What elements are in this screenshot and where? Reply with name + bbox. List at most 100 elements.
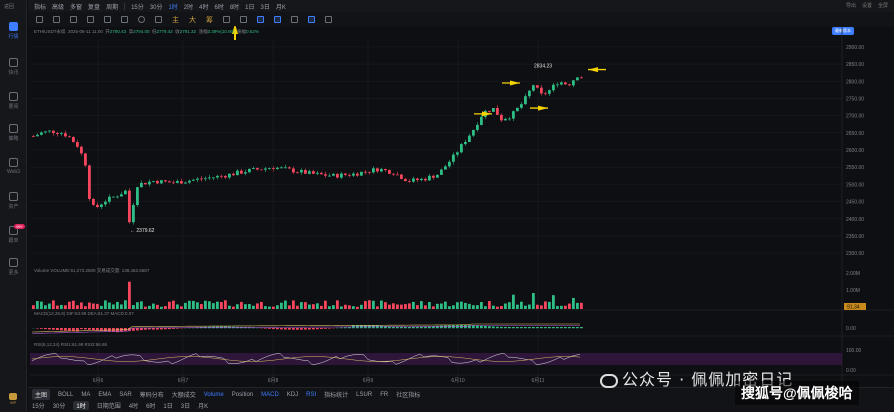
sidebar-item-strategy[interactable]: 策略 [0, 124, 27, 152]
volume-bar [448, 306, 451, 309]
horizontal-line-icon[interactable] [70, 16, 77, 23]
period-tab-5[interactable]: 1日 [163, 401, 172, 410]
sidebar-item-assets[interactable]: 资产 [0, 192, 27, 220]
export-button[interactable]: 导出 [846, 2, 856, 9]
period-tab-7[interactable]: 月K [198, 401, 208, 410]
period-tab-2[interactable]: 1时 [73, 401, 89, 410]
large-trades-toggle[interactable]: 大 [189, 15, 196, 25]
candle [72, 137, 75, 143]
indicator-tab-15[interactable]: 社区指标 [396, 390, 420, 399]
cursor-icon[interactable] [36, 16, 43, 23]
macd-bar [568, 327, 571, 329]
indicator-tabs: 主图 BOLL MA EMA SAR 筹码分布 大额成交 Volume Position MACD… [32, 389, 420, 400]
period-tab-3[interactable]: 4时 [129, 401, 138, 410]
sidebar-item-flash[interactable]: 快讯 [0, 58, 27, 86]
ruler-icon[interactable] [223, 16, 230, 23]
candle [536, 85, 539, 88]
tf-8h[interactable]: 8时 [230, 2, 239, 11]
macd-bar [476, 325, 479, 329]
indicator-tab-8[interactable]: Position [232, 392, 253, 398]
tf-4h[interactable]: 4时 [199, 2, 208, 11]
volume-bar [512, 294, 515, 309]
chips-toggle[interactable]: 筹 [206, 15, 213, 25]
volume-bar [320, 305, 323, 309]
macd-bar [264, 328, 267, 329]
fullscreen-button[interactable]: 全屏 [878, 2, 888, 9]
macd-bar [548, 327, 551, 329]
indicator-tab-14[interactable]: FR [380, 392, 388, 398]
settings-button[interactable]: 设置 [862, 2, 872, 9]
rsi-tick: 100.00 [846, 348, 862, 354]
indicator-tab-4[interactable]: SAR [119, 392, 131, 398]
eye-icon[interactable] [274, 16, 281, 23]
volume-bar [388, 304, 391, 309]
macd-bar [532, 327, 535, 329]
candle [192, 179, 195, 181]
toolbar-indicators[interactable]: 指标 [34, 2, 46, 11]
candle [532, 85, 535, 91]
indicator-tab-9[interactable]: MACD [261, 392, 279, 398]
volume-bar [56, 305, 59, 309]
date-range-label[interactable]: 日期范围 [97, 401, 121, 410]
macd-bar [444, 325, 447, 329]
trash-icon[interactable] [325, 16, 332, 23]
back-link[interactable]: 返回 [4, 3, 14, 10]
tf-30m[interactable]: 30分 [150, 2, 163, 11]
tf-15m[interactable]: 15分 [131, 2, 144, 11]
period-tab-4[interactable]: 6时 [146, 401, 155, 410]
main-chart-toggle[interactable]: 主 [172, 15, 179, 25]
tf-1d[interactable]: 1日 [245, 2, 254, 11]
tf-6h[interactable]: 6时 [214, 2, 223, 11]
magnet-icon[interactable] [240, 16, 247, 23]
tf-2h[interactable]: 2时 [184, 2, 193, 11]
period-tab-1[interactable]: 30分 [53, 401, 66, 410]
indicator-tab-13[interactable]: LSUR [356, 392, 372, 398]
macd-bar [152, 328, 155, 330]
tf-3d[interactable]: 3日 [261, 2, 270, 11]
measure-icon[interactable] [155, 16, 162, 23]
period-tab-6[interactable]: 3日 [181, 401, 190, 410]
indicator-tab-0[interactable]: 主图 [32, 389, 51, 400]
indicator-tab-2[interactable]: MA [81, 392, 90, 398]
indicator-tab-12[interactable]: 指标统计 [324, 390, 348, 399]
filter-icon[interactable] [308, 16, 315, 23]
sidebar-item-market[interactable]: 行情 [0, 22, 27, 50]
toolbar-multi-window[interactable]: 多窗 [70, 2, 82, 11]
shape-icon[interactable] [138, 16, 145, 23]
vip-button[interactable]: VIP [3, 393, 23, 409]
indicator-tab-1[interactable]: BOLL [58, 392, 73, 398]
sidebar-item-copytrade[interactable]: 99+ 跟单 [0, 224, 27, 254]
price-chart[interactable]: 2900.00 2850.00 2800.00 2750.00 2700.00 2650.… [28, 26, 894, 412]
candle [44, 131, 47, 133]
candle [500, 114, 503, 121]
volume-bar [224, 300, 227, 309]
symbol-label[interactable]: ETH/USDT永续 [34, 29, 66, 34]
channel-icon[interactable] [87, 16, 94, 23]
indicator-tab-11[interactable]: RSI [306, 392, 316, 398]
toolbar-replay[interactable]: 复盘 [88, 2, 100, 11]
brush-icon[interactable] [104, 16, 111, 23]
indicator-tab-3[interactable]: EMA [98, 392, 111, 398]
indicator-tab-7[interactable]: Volume [204, 392, 224, 398]
tf-month[interactable]: 月K [276, 2, 286, 11]
trend-line-icon[interactable] [53, 16, 60, 23]
candle [576, 77, 579, 81]
volume-bar [96, 303, 99, 309]
indicator-tab-5[interactable]: 筹码分布 [140, 390, 164, 399]
sidebar-item-headlines[interactable]: 要闻 [0, 92, 27, 120]
indicator-tab-10[interactable]: KDJ [287, 392, 298, 398]
text-tool-icon[interactable] [121, 16, 128, 23]
sidebar-item-more[interactable]: 更多 [0, 258, 27, 286]
volume-bar [144, 306, 147, 309]
tf-1h[interactable]: 1时 [168, 2, 177, 11]
toolbar-period[interactable]: 周期 [106, 2, 118, 11]
toolbar-advanced[interactable]: 高级 [52, 2, 64, 11]
lock-icon[interactable] [257, 16, 264, 23]
indicator-tab-6[interactable]: 大额成交 [172, 390, 196, 399]
layers-icon[interactable] [291, 16, 298, 23]
volume-bar [460, 301, 463, 309]
macd-bar [176, 328, 179, 329]
volume-bar [492, 305, 495, 309]
sidebar-item-web3[interactable]: Web3 [0, 158, 27, 186]
period-tab-0[interactable]: 15分 [32, 401, 45, 410]
